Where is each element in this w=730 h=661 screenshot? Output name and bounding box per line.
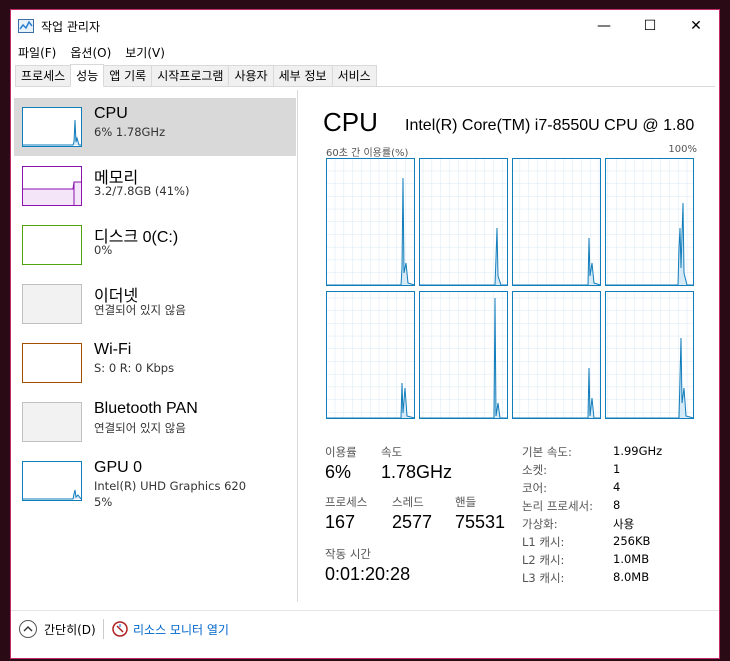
disk-thumbnail-graph [22,225,82,265]
memory-thumbnail-graph [22,166,82,206]
sidebar-item-subtitle: 연결되어 있지 않음 [94,421,186,435]
sidebar-item-bluetooth[interactable]: Bluetooth PAN 연결되어 있지 않음 [14,393,296,451]
l2-cache-value: 1.0MB [613,552,650,566]
sidebar-item-title: Wi-Fi [94,341,132,358]
sidebar-item-subtitle: 6% 1.78GHz [94,125,166,139]
tab-bar: 프로세스 성능 앱 기록 시작프로그램 사용자 세부 정보 서비스 [15,64,715,87]
core-graph-7 [605,291,694,419]
usage-value: 6% [325,462,352,482]
uptime-value: 0:01:20:28 [325,564,411,584]
menu-file[interactable]: 파일(F) [11,42,63,64]
menu-view[interactable]: 보기(V) [118,42,172,64]
logical-processor-graphs [326,158,696,420]
menu-bar: 파일(F) 옵션(O) 보기(V) [11,42,719,64]
cpu-thumbnail-graph [22,107,82,147]
sidebar-item-subtitle: 0% [94,243,113,257]
sidebar-item-title: Bluetooth PAN [94,400,198,417]
close-icon: ✕ [690,18,702,34]
cores-label: 코어: [522,481,548,495]
sidebar-item-title: CPU [94,105,128,122]
uptime-label: 작동 시간 [325,547,371,561]
sockets-value: 1 [613,462,621,476]
tab-performance[interactable]: 성능 [70,64,105,87]
resource-monitor-icon [112,621,128,637]
graph-max-label: 100% [668,144,697,155]
minimize-button[interactable]: — [581,10,627,42]
minimize-icon: — [597,18,611,34]
gpu-thumbnail-graph [22,461,82,501]
l2-cache-label: L2 캐시: [522,553,565,567]
processes-label: 프로세스 [325,495,368,509]
threads-value: 2577 [392,512,433,532]
logical-processors-value: 8 [613,498,621,512]
cpu-detail-panel: CPU Intel(R) Core(TM) i7-8550U CPU @ 1.8… [299,90,719,602]
sidebar-item-gpu[interactable]: GPU 0 Intel(R) UHD Graphics 620 5% [14,452,296,516]
chevron-up-icon[interactable] [19,620,37,638]
l1-cache-value: 256KB [613,534,651,548]
speed-label: 속도 [381,445,403,459]
maximize-button[interactable]: ☐ [627,10,673,42]
usage-label: 이용률 [325,445,357,459]
core-graph-6 [512,291,601,419]
sidebar-item-title: GPU 0 [94,459,143,476]
footer-bar: 간단히(D) 리소스 모니터 열기 [11,610,719,646]
tab-processes[interactable]: 프로세스 [15,65,72,86]
window-title: 작업 관리자 [41,20,101,34]
handles-label: 핸들 [455,495,477,509]
base-speed-label: 기본 속도: [522,445,572,459]
core-graph-3 [605,158,694,286]
sidebar-item-usage: 5% [94,495,113,509]
core-graph-1 [419,158,508,286]
bluetooth-thumbnail-graph [22,402,82,442]
core-graph-2 [512,158,601,286]
cores-value: 4 [613,480,621,494]
core-graph-0 [326,158,415,286]
l3-cache-value: 8.0MB [613,570,650,584]
logical-processors-label: 논리 프로세서: [522,499,594,513]
sockets-label: 소켓: [522,463,548,477]
sidebar-divider [297,90,298,602]
tab-details[interactable]: 세부 정보 [272,65,333,86]
sidebar-item-subtitle: S: 0 R: 0 Kbps [94,361,175,375]
task-manager-app-icon [18,19,34,33]
task-manager-window: 작업 관리자 — ☐ ✕ 파일(F) 옵션(O) 보기(V) 프로세스 성능 앱… [10,9,720,659]
sidebar-item-memory[interactable]: 메모리 3.2/7.8GB (41%) [14,157,296,215]
sidebar-item-ethernet[interactable]: 이더넷 연결되어 있지 않음 [14,275,296,333]
fewer-details-button[interactable]: 간단히(D) [44,621,96,638]
virtualization-value: 사용 [613,517,635,531]
tab-app-history[interactable]: 앱 기록 [103,65,153,86]
speed-value: 1.78GHz [381,462,453,482]
virtualization-label: 가상화: [522,517,558,531]
sidebar-item-subtitle: Intel(R) UHD Graphics 620 [94,479,247,493]
sidebar-item-cpu[interactable]: CPU 6% 1.78GHz [14,98,296,156]
performance-sidebar: CPU 6% 1.78GHz 메모리 3.2/7.8GB (41%) 디스크 0… [14,98,296,598]
base-speed-value: 1.99GHz [613,444,663,458]
cpu-model-name: Intel(R) Core(TM) i7-8550U CPU @ 1.80 [405,117,695,134]
sidebar-item-wifi[interactable]: Wi-Fi S: 0 R: 0 Kbps [14,334,296,392]
footer-divider [103,619,104,639]
threads-label: 스레드 [392,495,424,509]
processes-value: 167 [325,512,356,532]
page-title: CPU [323,107,378,137]
sidebar-item-disk[interactable]: 디스크 0(C:) 0% [14,216,296,274]
tab-users[interactable]: 사용자 [228,65,274,86]
close-button[interactable]: ✕ [673,10,719,42]
open-resource-monitor-link[interactable]: 리소스 모니터 열기 [133,621,229,638]
l3-cache-label: L3 캐시: [522,571,565,585]
title-bar: 작업 관리자 — ☐ ✕ [11,10,719,42]
menu-options[interactable]: 옵션(O) [63,42,118,64]
core-graph-5 [419,291,508,419]
l1-cache-label: L1 캐시: [522,535,565,549]
handles-value: 75531 [455,512,506,532]
wifi-thumbnail-graph [22,343,82,383]
sidebar-item-subtitle: 연결되어 있지 않음 [94,303,186,317]
sidebar-item-subtitle: 3.2/7.8GB (41%) [94,184,190,198]
core-graph-4 [326,291,415,419]
tab-startup[interactable]: 시작프로그램 [151,65,230,86]
maximize-icon: ☐ [643,18,657,34]
graph-caption: 60초 간 이용률(%) [326,148,409,159]
ethernet-thumbnail-graph [22,284,82,324]
tab-services[interactable]: 서비스 [331,65,377,86]
